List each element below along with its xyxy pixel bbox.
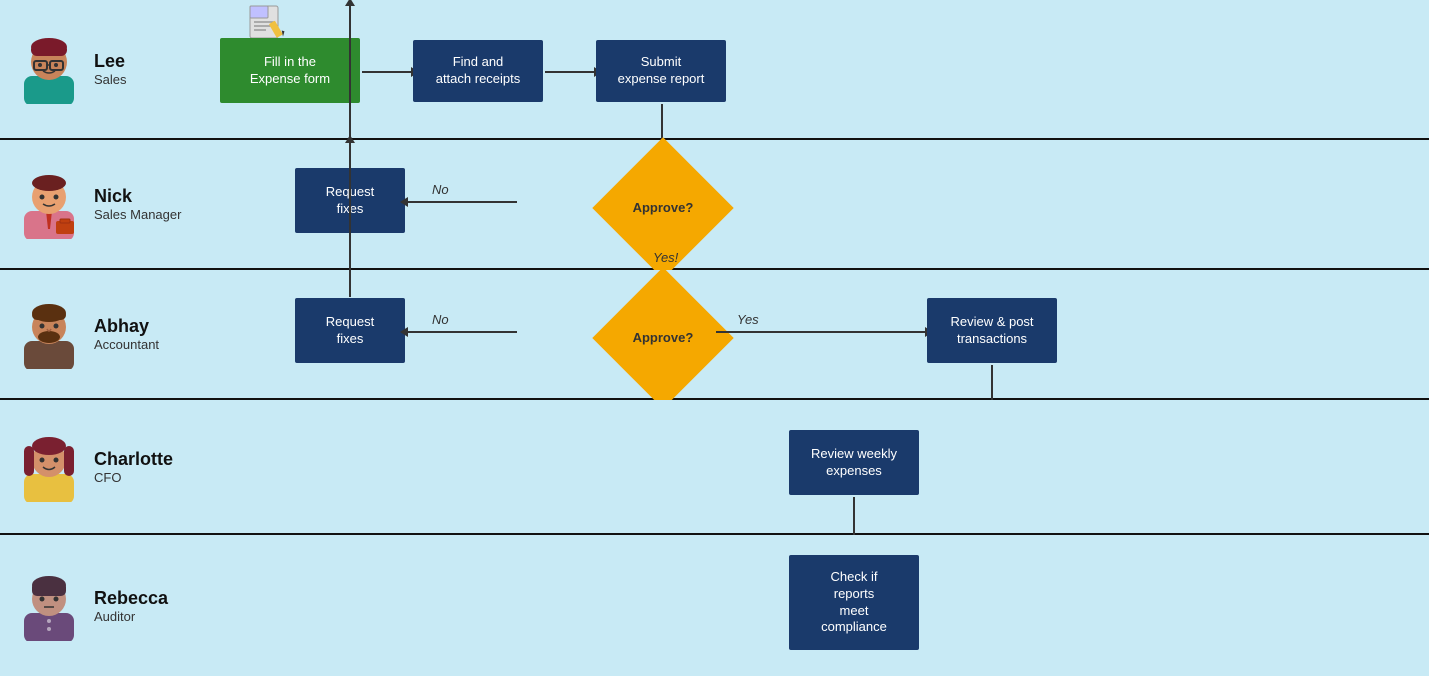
actor-charlotte-role: CFO (94, 470, 173, 485)
fill-expense-box: Fill in theExpense form (220, 38, 360, 103)
actor-rebecca-info: Rebecca Auditor (94, 588, 168, 624)
swimlane-abhay: Abhay Accountant Requestfixes No Approve… (0, 270, 1429, 400)
swimlane-rebecca: Rebecca Auditor Check ifreportsmeetcompl… (0, 535, 1429, 676)
no-label-abhay: No (432, 312, 449, 327)
swimlane-container: Lee Sales Fill in theExpense (0, 0, 1429, 678)
avatar-abhay (14, 299, 84, 369)
yes-label-abhay: Yes (737, 312, 759, 327)
no-label-nick: No (432, 182, 449, 197)
flow-area-lee: Fill in theExpense form Find andattach r… (200, 0, 1429, 138)
actor-charlotte-info: Charlotte CFO (94, 449, 173, 485)
swimlane-lee: Lee Sales Fill in theExpense (0, 0, 1429, 140)
arrow-find-to-submit (545, 71, 595, 73)
actor-lee-info: Lee Sales (94, 51, 127, 87)
arrow-no-nick (407, 201, 517, 203)
swimlane-charlotte: Charlotte CFO Review weeklyexpenses (0, 400, 1429, 535)
yes-label-nick: Yes! (653, 250, 678, 265)
actor-nick-role: Sales Manager (94, 207, 181, 222)
approve-nick-text: Approve? (632, 199, 693, 216)
actor-rebecca-name: Rebecca (94, 588, 168, 609)
actor-lee-role: Sales (94, 72, 127, 87)
swimlane-nick: Nick Sales Manager Requestfixes No Appro… (0, 140, 1429, 270)
check-compliance-box: Check ifreportsmeetcompliance (789, 555, 919, 650)
actor-lee: Lee Sales (0, 34, 200, 104)
find-receipts-box: Find andattach receipts (413, 40, 543, 102)
arrow-fill-to-find (362, 71, 412, 73)
request-fixes-abhay-box: Requestfixes (295, 298, 405, 363)
flow-area-charlotte: Review weeklyexpenses (200, 400, 1429, 533)
avatar-nick (14, 169, 84, 239)
actor-rebecca-role: Auditor (94, 609, 168, 624)
avatar-lee (14, 34, 84, 104)
actor-nick-info: Nick Sales Manager (94, 186, 181, 222)
arrow-yes-abhay (716, 331, 926, 333)
flow-area-nick: Requestfixes No Approve? Yes! (200, 140, 1429, 268)
actor-charlotte: Charlotte CFO (0, 432, 200, 502)
flow-area-abhay: Requestfixes No Approve? Yes Review & po… (200, 270, 1429, 398)
actor-lee-name: Lee (94, 51, 127, 72)
approve-abhay-text: Approve? (632, 329, 693, 346)
avatar-charlotte (14, 432, 84, 502)
review-post-box: Review & posttransactions (927, 298, 1057, 363)
approve-diamond-abhay: Approve? (610, 285, 715, 390)
actor-abhay-role: Accountant (94, 337, 159, 352)
actor-charlotte-name: Charlotte (94, 449, 173, 470)
approve-diamond-nick: Approve? (610, 155, 715, 260)
arrow-abhay-fixes-up (349, 142, 351, 297)
submit-report-box: Submitexpense report (596, 40, 726, 102)
arrow-no-abhay (407, 331, 517, 333)
actor-rebecca: Rebecca Auditor (0, 571, 200, 641)
actor-nick-name: Nick (94, 186, 181, 207)
actor-abhay-info: Abhay Accountant (94, 316, 159, 352)
actor-abhay: Abhay Accountant (0, 299, 200, 369)
avatar-rebecca (14, 571, 84, 641)
document-icon (242, 4, 292, 40)
review-weekly-box: Review weeklyexpenses (789, 430, 919, 495)
actor-abhay-name: Abhay (94, 316, 159, 337)
diamond-abhay: Approve? (592, 267, 733, 408)
actor-nick: Nick Sales Manager (0, 169, 200, 239)
flow-area-rebecca: Check ifreportsmeetcompliance (200, 535, 1429, 676)
